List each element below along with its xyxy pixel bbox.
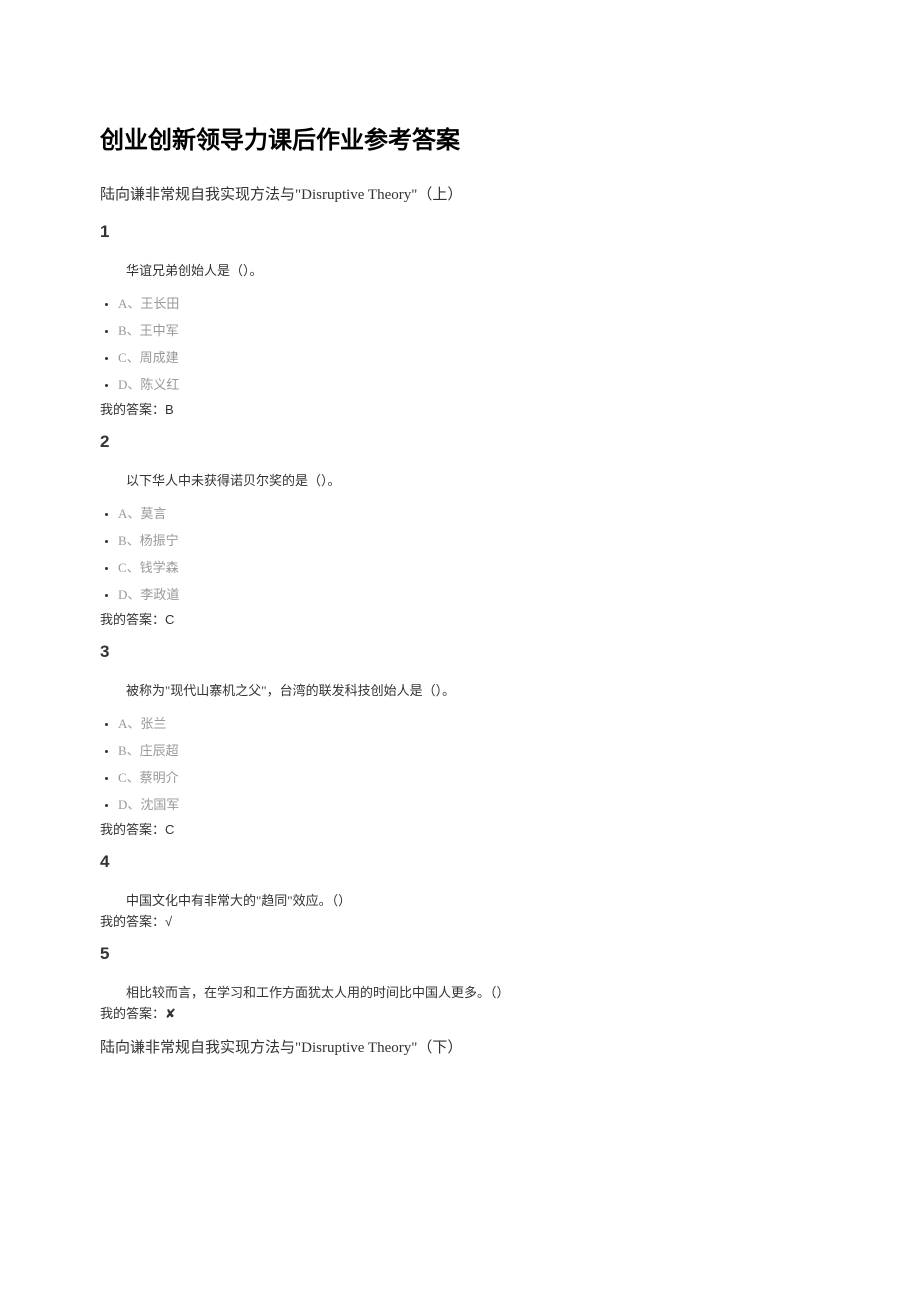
option-list: A、张兰 B、庄辰超 C、蔡明介 D、沈国军	[100, 709, 820, 817]
answer-label: 我的答案：	[100, 822, 165, 837]
option-c: C、钱学森	[118, 553, 820, 580]
answer-value: C	[165, 612, 174, 627]
question-number: 3	[100, 642, 820, 662]
answer-line: 我的答案：C	[100, 819, 820, 838]
answer-label: 我的答案：	[100, 914, 165, 929]
question-text: 以下华人中未获得诺贝尔奖的是（）。	[100, 470, 820, 489]
option-d: D、李政道	[118, 580, 820, 607]
option-a: A、王长田	[118, 289, 820, 316]
document-page: 创业创新领导力课后作业参考答案 陆向谦非常规自我实现方法与"Disruptive…	[0, 0, 920, 1135]
main-title: 创业创新领导力课后作业参考答案	[100, 120, 820, 155]
question-text: 华谊兄弟创始人是（）。	[100, 260, 820, 279]
answer-line: 我的答案：B	[100, 399, 820, 418]
answer-value: ✘	[165, 1006, 176, 1021]
option-b: B、庄辰超	[118, 736, 820, 763]
question-text: 中国文化中有非常大的"趋同"效应。（）	[100, 890, 820, 909]
section-title-upper: 陆向谦非常规自我实现方法与"Disruptive Theory"（上）	[100, 183, 820, 204]
option-list: A、王长田 B、王中军 C、周成建 D、陈义红	[100, 289, 820, 397]
answer-value: C	[165, 822, 174, 837]
section-title-lower: 陆向谦非常规自我实现方法与"Disruptive Theory"（下）	[100, 1036, 820, 1057]
answer-line: 我的答案：C	[100, 609, 820, 628]
option-c: C、周成建	[118, 343, 820, 370]
answer-line: 我的答案：✘	[100, 1003, 820, 1022]
question-number: 1	[100, 222, 820, 242]
answer-label: 我的答案：	[100, 612, 165, 627]
question-text: 相比较而言，在学习和工作方面犹太人用的时间比中国人更多。（）	[100, 982, 820, 1001]
option-d: D、陈义红	[118, 370, 820, 397]
option-b: B、王中军	[118, 316, 820, 343]
question-number: 4	[100, 852, 820, 872]
answer-value: √	[165, 914, 172, 929]
question-number: 2	[100, 432, 820, 452]
option-a: A、莫言	[118, 499, 820, 526]
question-text: 被称为"现代山寨机之父"，台湾的联发科技创始人是（）。	[100, 680, 820, 699]
answer-label: 我的答案：	[100, 1006, 165, 1021]
question-number: 5	[100, 944, 820, 964]
answer-line: 我的答案：√	[100, 911, 820, 930]
answer-label: 我的答案：	[100, 402, 165, 417]
option-list: A、莫言 B、杨振宁 C、钱学森 D、李政道	[100, 499, 820, 607]
answer-value: B	[165, 402, 174, 417]
option-c: C、蔡明介	[118, 763, 820, 790]
option-d: D、沈国军	[118, 790, 820, 817]
option-b: B、杨振宁	[118, 526, 820, 553]
option-a: A、张兰	[118, 709, 820, 736]
